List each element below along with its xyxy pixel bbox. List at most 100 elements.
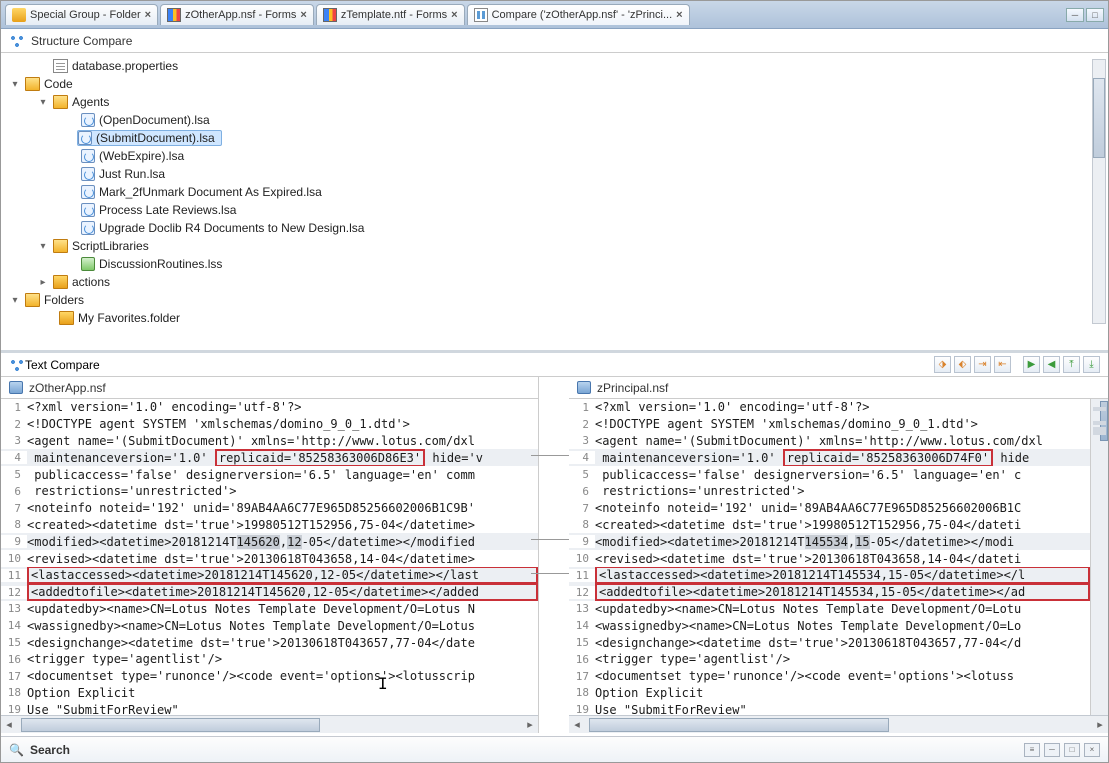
tree-item-submitdocument[interactable]: (SubmitDocument).lsa — [1, 129, 1108, 147]
close-icon[interactable]: × — [145, 9, 151, 21]
tree-item-mark-expired[interactable]: Mark_2fUnmark Document As Expired.lsa — [1, 183, 1108, 201]
agent-icon — [81, 203, 95, 217]
scroll-right-icon[interactable]: ▸ — [1092, 718, 1108, 731]
scroll-left-icon[interactable]: ◂ — [1, 718, 17, 731]
text-compare-toolbar: Text Compare ⬗ ⬖ ⇥ ⇤ ▶ ◀ ⤒ ⤓ — [1, 353, 1108, 377]
tree-item-myfavorites[interactable]: My Favorites.folder — [1, 309, 1108, 327]
compare-left-pane: zOtherApp.nsf 1<?xml version='1.0' encod… — [1, 377, 539, 733]
next-diff-button[interactable]: ▶ — [1023, 356, 1040, 373]
copy-all-right-button[interactable]: ⇥ — [974, 356, 991, 373]
tree-item-agents[interactable]: ▾ Agents — [1, 93, 1108, 111]
right-code[interactable]: 1<?xml version='1.0' encoding='utf-8'?> … — [569, 399, 1108, 715]
compare-icon — [474, 8, 488, 22]
agent-icon — [81, 185, 95, 199]
collapse-icon[interactable]: ▾ — [9, 79, 21, 90]
scrollbar-thumb[interactable] — [589, 718, 889, 732]
tree-label: (SubmitDocument).lsa — [96, 131, 215, 145]
copy-right-to-left-button[interactable]: ⬗ — [934, 356, 951, 373]
script-icon — [81, 257, 95, 271]
tree-item-justrun[interactable]: Just Run.lsa — [1, 165, 1108, 183]
tree-item-process-late-reviews[interactable]: Process Late Reviews.lsa — [1, 201, 1108, 219]
scroll-left-icon[interactable]: ◂ — [569, 718, 585, 731]
tree-item-upgrade-doclib[interactable]: Upgrade Doclib R4 Documents to New Desig… — [1, 219, 1108, 237]
collapse-icon[interactable]: ▾ — [37, 241, 49, 252]
view-menu-button[interactable]: ≡ — [1024, 743, 1040, 757]
expand-icon[interactable]: ▸ — [37, 277, 49, 288]
left-file-title: zOtherApp.nsf — [29, 381, 106, 395]
tab-label: Compare ('zOtherApp.nsf' - 'zPrinci... — [492, 9, 673, 21]
database-icon — [9, 381, 23, 394]
tree-label: Just Run.lsa — [99, 167, 165, 181]
tree-item-folders[interactable]: ▾ Folders — [1, 291, 1108, 309]
left-horizontal-scrollbar[interactable]: ◂ ▸ — [1, 715, 538, 733]
minimize-panel-button[interactable]: ─ — [1044, 743, 1060, 757]
tab-ztemplate-forms[interactable]: zTemplate.ntf - Forms × — [316, 4, 465, 25]
prev-change-button[interactable]: ⤓ — [1083, 356, 1100, 373]
minimize-button[interactable]: ─ — [1066, 8, 1084, 22]
tree-label: DiscussionRoutines.lss — [99, 257, 222, 271]
tree-item-discussionroutines[interactable]: DiscussionRoutines.lss — [1, 255, 1108, 273]
tree-item-actions[interactable]: ▸ actions — [1, 273, 1108, 291]
text-compare-icon — [9, 358, 25, 372]
collapse-icon[interactable]: ▾ — [37, 97, 49, 108]
prev-diff-button[interactable]: ◀ — [1043, 356, 1060, 373]
folder-open-icon — [25, 77, 40, 91]
scrollbar-thumb[interactable] — [21, 718, 320, 732]
tab-special-group[interactable]: Special Group - Folder × — [5, 4, 158, 25]
scrollbar-thumb[interactable] — [1093, 78, 1105, 158]
collapse-icon[interactable]: ▾ — [9, 295, 21, 306]
tree-label: My Favorites.folder — [78, 311, 180, 325]
compare-right-pane: zPrincipal.nsf 1<?xml version='1.0' enco… — [569, 377, 1108, 733]
close-icon[interactable]: × — [676, 9, 682, 21]
tab-label: Special Group - Folder — [30, 9, 141, 21]
scroll-right-icon[interactable]: ▸ — [522, 718, 538, 731]
tree-label: Code — [44, 77, 73, 91]
search-bar[interactable]: 🔍 Search ≡ ─ □ × — [1, 736, 1108, 762]
structure-compare-header: Structure Compare — [1, 29, 1108, 53]
right-horizontal-scrollbar[interactable]: ◂ ▸ — [569, 715, 1108, 733]
tab-zotherapp-forms[interactable]: zOtherApp.nsf - Forms × — [160, 4, 314, 25]
tab-compare[interactable]: Compare ('zOtherApp.nsf' - 'zPrinci... × — [467, 4, 690, 25]
folder-open-icon — [53, 239, 68, 253]
left-code[interactable]: 1<?xml version='1.0' encoding='utf-8'?> … — [1, 399, 538, 715]
tree-label: (WebExpire).lsa — [99, 149, 184, 163]
diff-overview-ruler[interactable] — [1090, 399, 1108, 715]
tree-item-opendocument[interactable]: (OpenDocument).lsa — [1, 111, 1108, 129]
tree-item-webexpire[interactable]: (WebExpire).lsa — [1, 147, 1108, 165]
tree-item-code[interactable]: ▾ Code — [1, 75, 1108, 93]
tree-label: Mark_2fUnmark Document As Expired.lsa — [99, 185, 322, 199]
close-panel-button[interactable]: × — [1084, 743, 1100, 757]
tree-label: ScriptLibraries — [72, 239, 149, 253]
folder-icon — [59, 311, 74, 325]
close-icon[interactable]: × — [451, 9, 457, 21]
editor-tabs: Special Group - Folder × zOtherApp.nsf -… — [1, 1, 1108, 29]
agent-icon — [81, 149, 95, 163]
tree-label: database.properties — [72, 59, 178, 73]
folder-icon — [53, 275, 68, 289]
right-file-title: zPrincipal.nsf — [597, 381, 668, 395]
tree-vertical-scrollbar[interactable] — [1092, 59, 1106, 324]
document-icon — [53, 59, 68, 73]
search-label: Search — [30, 743, 70, 757]
folder-open-icon — [25, 293, 40, 307]
structure-compare-icon — [9, 34, 25, 48]
window-buttons: ─ □ — [1066, 8, 1104, 22]
close-icon[interactable]: × — [300, 9, 306, 21]
maximize-panel-button[interactable]: □ — [1064, 743, 1080, 757]
agent-icon — [81, 221, 95, 235]
agent-icon — [81, 167, 95, 181]
form-icon — [323, 8, 337, 22]
copy-left-to-right-button[interactable]: ⬖ — [954, 356, 971, 373]
tree-label: (OpenDocument).lsa — [99, 113, 210, 127]
tree-label: actions — [72, 275, 110, 289]
next-change-button[interactable]: ⤒ — [1063, 356, 1080, 373]
tab-label: zOtherApp.nsf - Forms — [185, 9, 296, 21]
tree-item-scriptlibraries[interactable]: ▾ ScriptLibraries — [1, 237, 1108, 255]
maximize-button[interactable]: □ — [1086, 8, 1104, 22]
tree-item-database-properties[interactable]: database.properties — [1, 57, 1108, 75]
agent-icon — [78, 131, 92, 145]
panel-title: Text Compare — [25, 358, 100, 372]
structure-tree[interactable]: database.properties ▾ Code ▾ Agents (Ope… — [1, 53, 1108, 350]
search-icon: 🔍 — [9, 743, 24, 757]
copy-all-left-button[interactable]: ⇤ — [994, 356, 1011, 373]
